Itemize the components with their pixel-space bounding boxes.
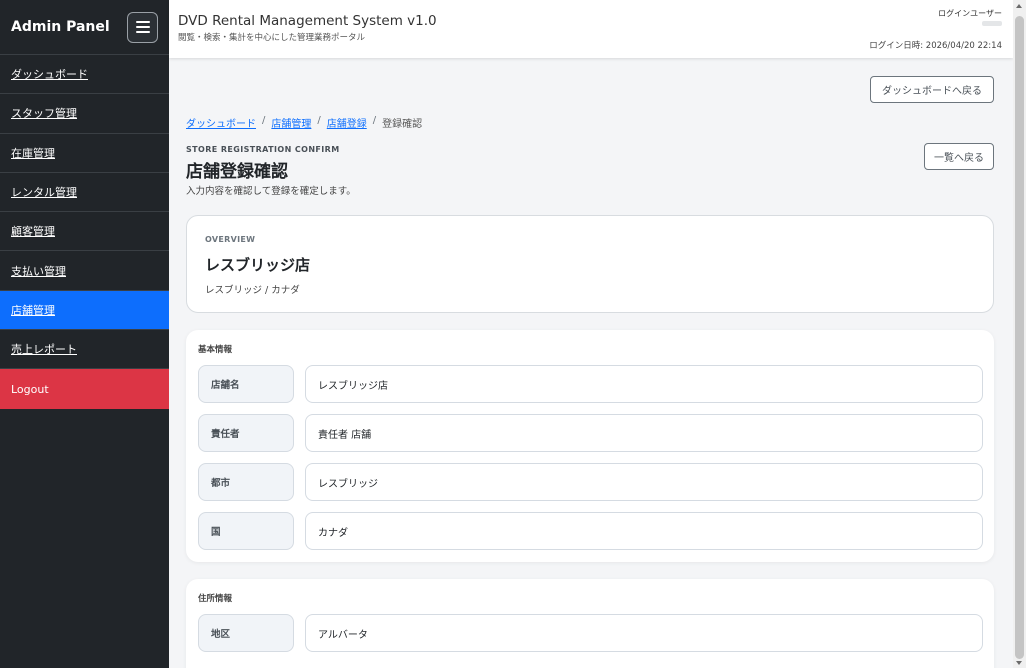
sidebar-item-payment[interactable]: 支払い管理 xyxy=(0,251,169,291)
app-subtitle: 閲覧・検索・集計を中心にした管理業務ポータル xyxy=(178,33,366,43)
section-title: 基本情報 xyxy=(198,345,233,355)
field-row-city: 都市 レスブリッジ xyxy=(198,463,983,501)
field-label: 国 xyxy=(198,512,294,550)
field-value: アルバータ xyxy=(305,614,983,652)
app-title: DVD Rental Management System v1.0 xyxy=(178,13,437,29)
page-scrollbar[interactable] xyxy=(1013,0,1026,668)
scroll-down-icon[interactable] xyxy=(1016,661,1022,665)
field-label: 店舗名 xyxy=(198,365,294,403)
overview-store-name: レスブリッジ店 xyxy=(205,256,311,274)
sidebar-item-customer[interactable]: 顧客管理 xyxy=(0,212,169,252)
brand-title: Admin Panel xyxy=(11,19,110,35)
address-info-section: 住所情報 地区 アルバータ xyxy=(186,579,994,668)
breadcrumb-store-management[interactable]: 店舗管理 xyxy=(271,115,311,130)
field-row-district: 地区 アルバータ xyxy=(198,614,983,652)
page-eyebrow: STORE REGISTRATION CONFIRM xyxy=(186,145,340,154)
sidebar-item-sales-report[interactable]: 売上レポート xyxy=(0,330,169,370)
breadcrumb-separator: / xyxy=(317,115,321,126)
overview-card: OVERVIEW レスブリッジ店 レスブリッジ / カナダ xyxy=(186,215,994,313)
field-value: カナダ xyxy=(305,512,983,550)
sidebar-item-rental[interactable]: レンタル管理 xyxy=(0,173,169,213)
field-label: 都市 xyxy=(198,463,294,501)
login-user-label: ログインユーザー xyxy=(938,9,1002,18)
scroll-up-icon[interactable] xyxy=(1016,4,1022,8)
scroll-thumb[interactable] xyxy=(1015,16,1024,659)
sidebar-item-dashboard[interactable]: ダッシュボード xyxy=(0,55,169,95)
overview-eyebrow: OVERVIEW xyxy=(205,235,256,244)
breadcrumb-dashboard[interactable]: ダッシュボード xyxy=(186,115,256,130)
sidebar-toggle-button[interactable] xyxy=(127,11,158,43)
sidebar-header: Admin Panel xyxy=(0,0,169,55)
field-value: レスブリッジ店 xyxy=(305,365,983,403)
field-label: 責任者 xyxy=(198,414,294,452)
back-to-dashboard-button[interactable]: ダッシュボードへ戻る xyxy=(870,76,994,103)
field-row-country: 国 カナダ xyxy=(198,512,983,550)
breadcrumb-store-registration[interactable]: 店舗登録 xyxy=(327,115,367,130)
sidebar-item-inventory[interactable]: 在庫管理 xyxy=(0,134,169,173)
login-time: ログイン日時: 2026/04/20 22:14 xyxy=(869,41,1002,51)
overview-subtitle: レスブリッジ / カナダ xyxy=(205,285,300,296)
section-title: 住所情報 xyxy=(198,594,233,604)
field-label: 地区 xyxy=(198,614,294,652)
page-description: 入力内容を確認して登録を確定します。 xyxy=(186,186,356,197)
field-row-manager: 責任者 責任者 店舗 xyxy=(198,414,983,452)
sidebar-item-store[interactable]: 店舗管理 xyxy=(0,290,169,331)
hamburger-icon xyxy=(135,21,150,23)
sidebar-item-staff[interactable]: スタッフ管理 xyxy=(0,94,169,134)
breadcrumb: ダッシュボード / 店舗管理 / 店舗登録 / 登録確認 xyxy=(186,115,422,130)
back-to-list-button[interactable]: 一覧へ戻る xyxy=(924,143,994,170)
topbar: DVD Rental Management System v1.0 閲覧・検索・… xyxy=(169,0,1013,58)
field-value: レスブリッジ xyxy=(305,463,983,501)
logout-button[interactable]: Logout xyxy=(0,369,169,409)
main-content: ダッシュボードへ戻る ダッシュボード / 店舗管理 / 店舗登録 / 登録確認 … xyxy=(169,58,1013,668)
page-title: 店舗登録確認 xyxy=(186,162,288,182)
login-user-name xyxy=(982,21,1002,26)
field-row-store-name: 店舗名 レスブリッジ店 xyxy=(198,365,983,403)
basic-info-section: 基本情報 店舗名 レスブリッジ店 責任者 責任者 店舗 都市 レスブリッジ 国 … xyxy=(186,330,994,562)
breadcrumb-current: 登録確認 xyxy=(382,119,423,130)
sidebar: Admin Panel ダッシュボード スタッフ管理 在庫管理 レンタル管理 顧… xyxy=(0,0,169,668)
field-value: 責任者 店舗 xyxy=(305,414,983,452)
breadcrumb-separator: / xyxy=(372,115,377,126)
breadcrumb-separator: / xyxy=(262,115,266,126)
